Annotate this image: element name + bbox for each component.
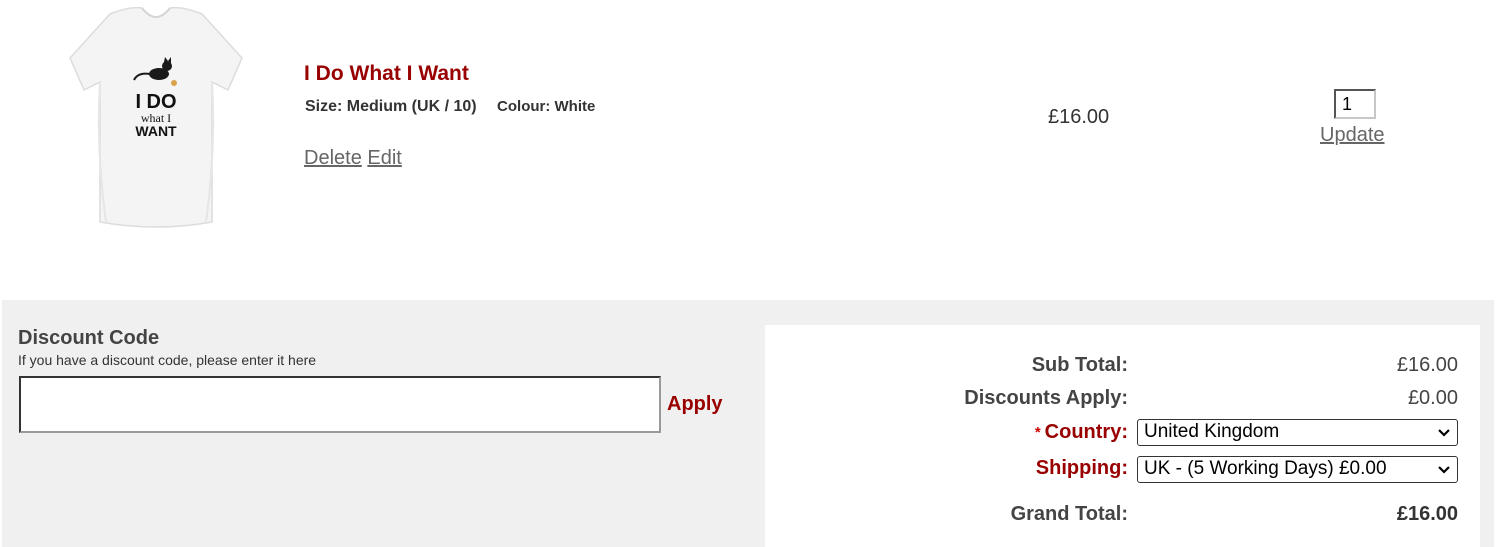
country-label: Country: bbox=[1044, 421, 1128, 443]
chevron-down-icon bbox=[1438, 429, 1450, 437]
discounts-value: £0.00 bbox=[1407, 387, 1458, 409]
colour-option: Colour: White bbox=[497, 98, 596, 115]
totals-box: Sub Total: £16.00 Discounts Apply: £0.00… bbox=[765, 325, 1480, 547]
print-text-line1: I DO bbox=[135, 91, 176, 113]
discount-code-input[interactable] bbox=[19, 376, 661, 433]
product-options: Size: Medium (UK / 10) Colour: White bbox=[305, 98, 595, 116]
print-text-line3: WANT bbox=[135, 123, 177, 139]
grand-total-value: £16.00 bbox=[1396, 503, 1458, 525]
sub-total-value: £16.00 bbox=[1396, 354, 1458, 376]
required-marker: * bbox=[1034, 424, 1041, 441]
item-actions: Delete Edit bbox=[304, 147, 402, 170]
cart-page: I DO what I WANT I Do What I Want Size: … bbox=[0, 0, 1500, 547]
shipping-select-value: UK - (5 Working Days) £0.00 bbox=[1144, 458, 1387, 479]
country-select-value: United Kingdom bbox=[1144, 421, 1280, 442]
edit-link[interactable]: Edit bbox=[367, 147, 401, 169]
tshirt-product-image[interactable]: I DO what I WANT bbox=[56, 0, 256, 236]
product-title[interactable]: I Do What I Want bbox=[304, 62, 469, 86]
sub-total-label: Sub Total: bbox=[1031, 354, 1128, 376]
country-label-group: * Country: bbox=[1035, 421, 1128, 444]
apply-discount-button[interactable]: Apply bbox=[667, 393, 723, 416]
update-link[interactable]: Update bbox=[1320, 124, 1385, 147]
cart-summary-panel: Discount Code If you have a discount cod… bbox=[2, 300, 1494, 547]
shipping-select[interactable]: UK - (5 Working Days) £0.00 bbox=[1137, 456, 1458, 483]
cart-item-row: I DO what I WANT I Do What I Want Size: … bbox=[0, 0, 1500, 260]
grand-total-label: Grand Total: bbox=[1010, 503, 1128, 525]
discounts-label: Discounts Apply: bbox=[964, 387, 1128, 409]
country-select[interactable]: United Kingdom bbox=[1137, 419, 1458, 446]
item-price: £16.00 bbox=[1048, 106, 1110, 128]
discount-help-text: If you have a discount code, please ente… bbox=[18, 352, 317, 368]
size-option: Size: Medium (UK / 10) bbox=[305, 98, 477, 115]
shipping-label: Shipping: bbox=[1035, 457, 1128, 479]
quantity-input[interactable] bbox=[1334, 89, 1376, 119]
discount-title: Discount Code bbox=[18, 327, 160, 349]
delete-link[interactable]: Delete bbox=[304, 147, 362, 169]
chevron-down-icon bbox=[1438, 466, 1450, 474]
